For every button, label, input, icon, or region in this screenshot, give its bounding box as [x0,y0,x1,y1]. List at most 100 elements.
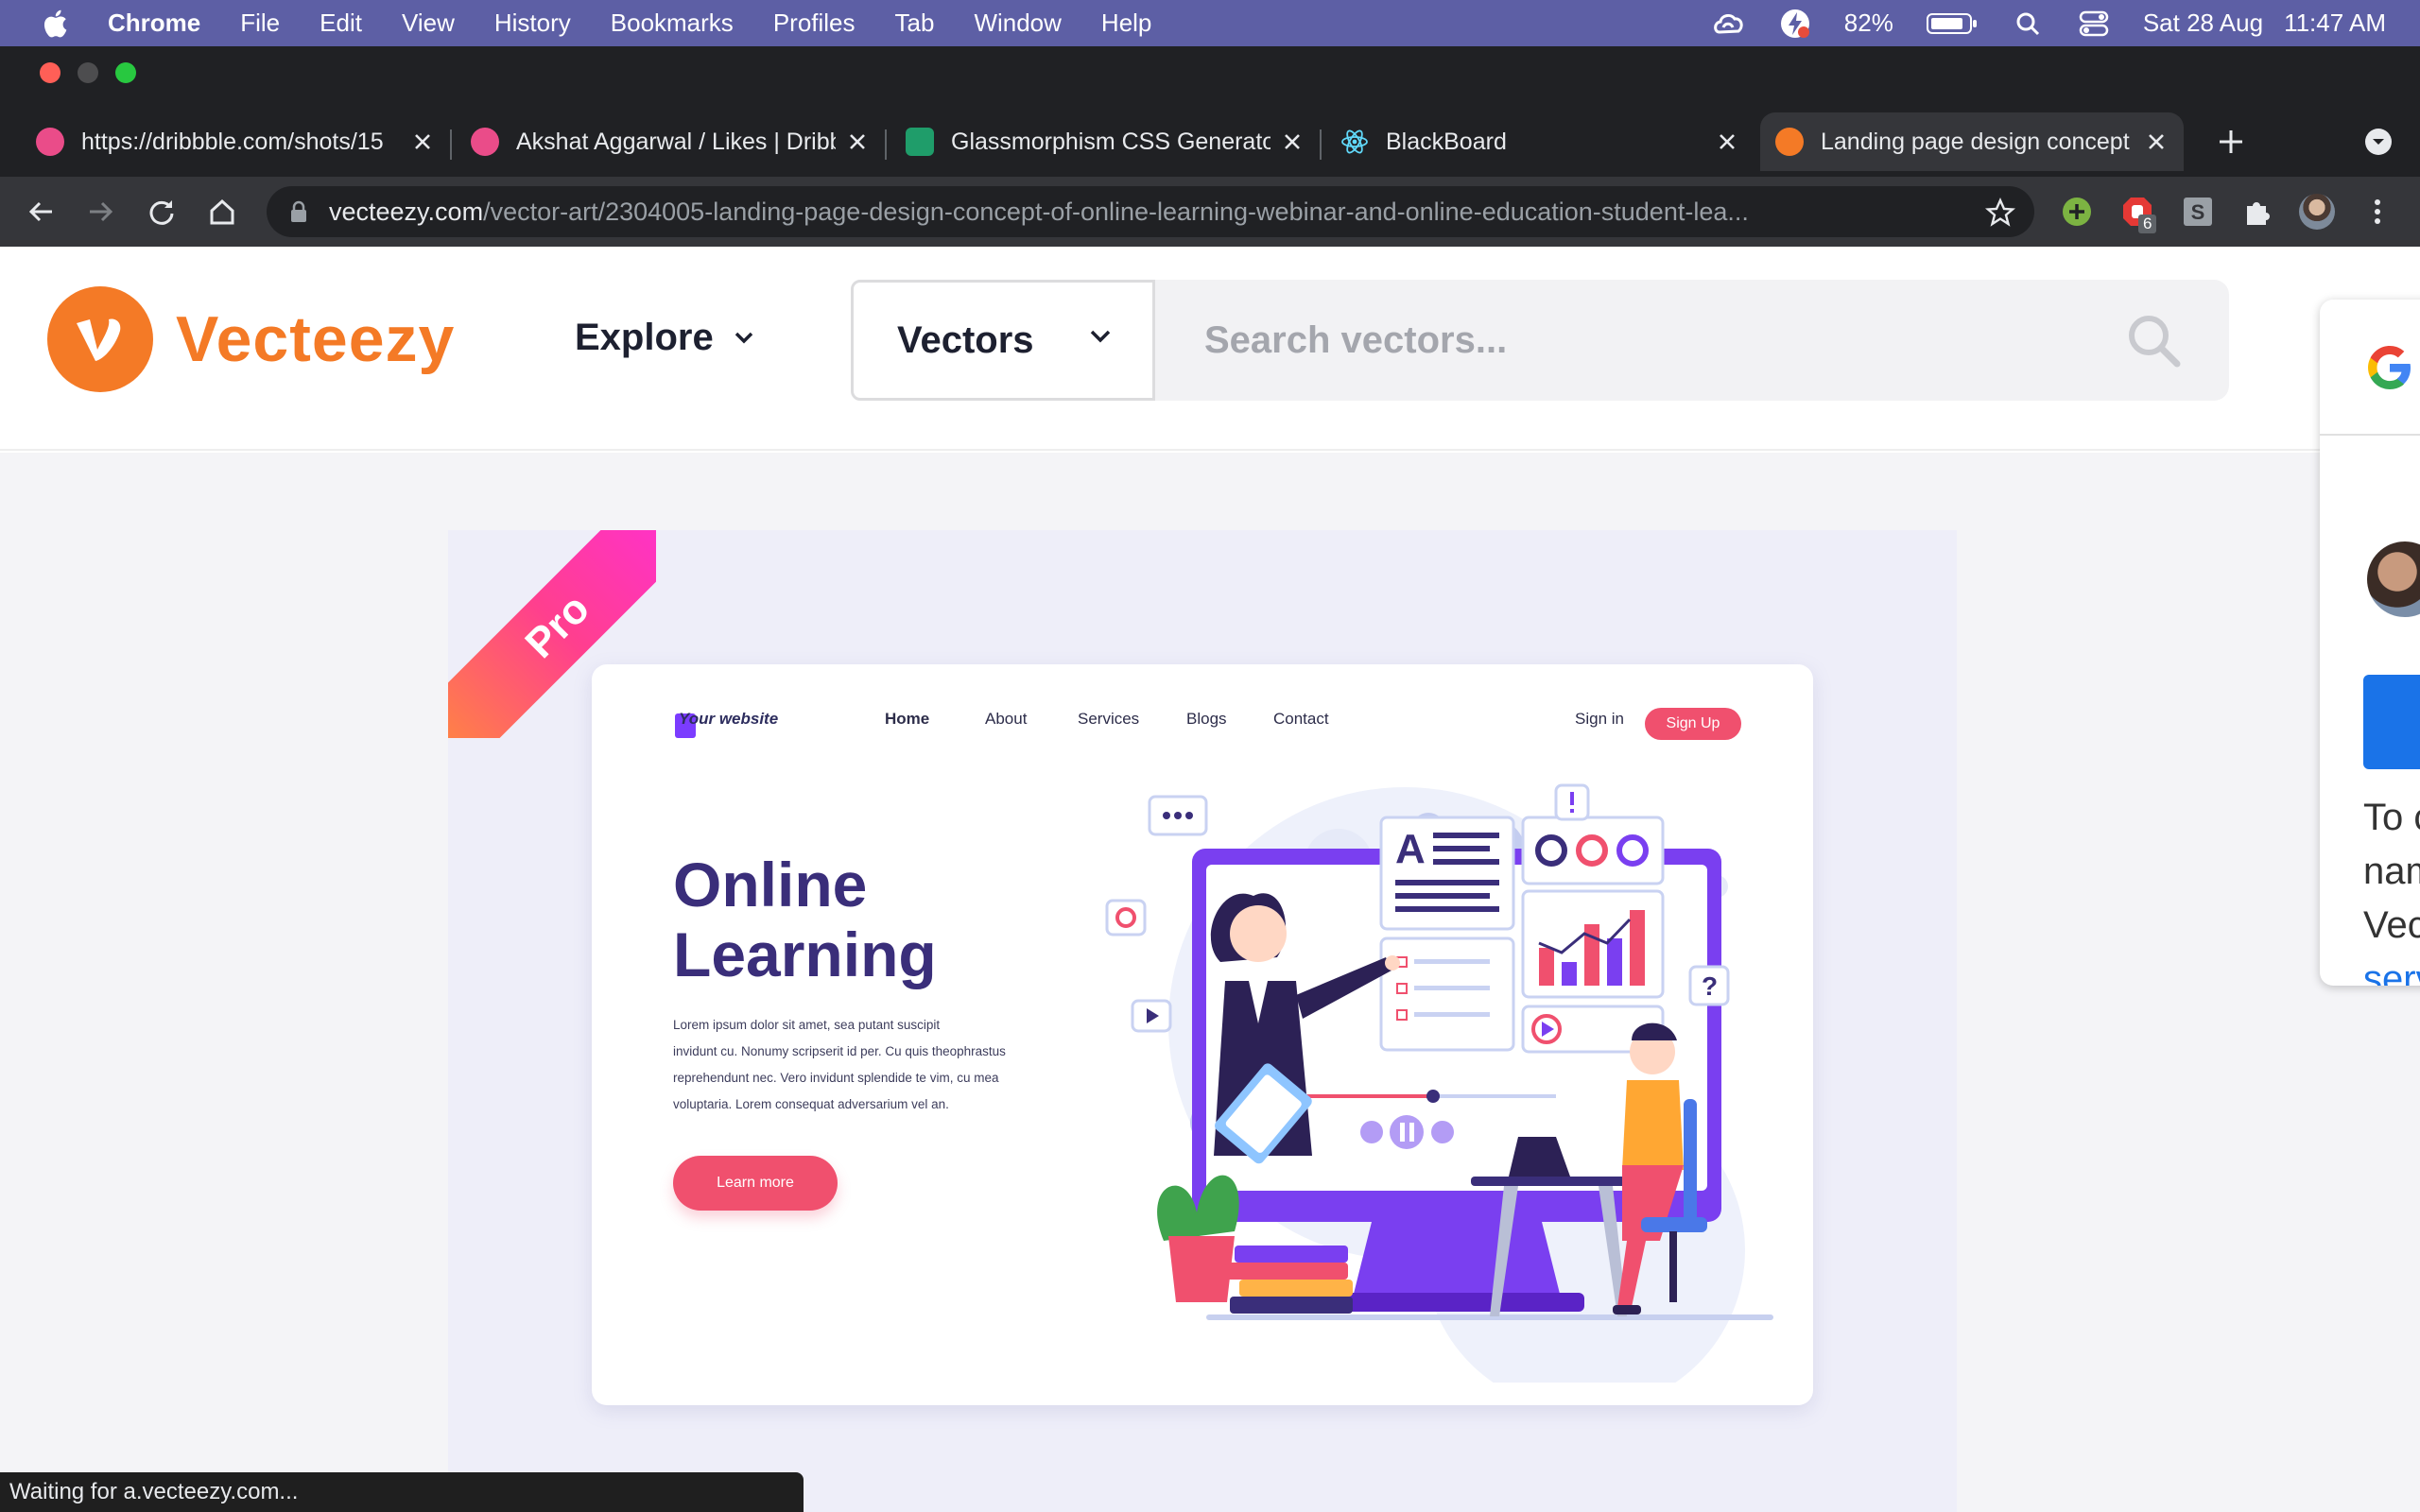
menu-history[interactable]: History [494,9,571,38]
menu-window[interactable]: Window [974,9,1061,38]
battery-icon[interactable] [1926,7,1979,41]
close-icon[interactable] [1278,128,1306,156]
avatar [2299,194,2335,230]
glassmorphism-icon [906,128,934,156]
menubar-date[interactable]: Sat 28 Aug [2143,9,2263,38]
body-line: invidunt cu. Nonumy scripserit id per. C… [673,1044,1006,1058]
preview-nav-services: Services [1078,710,1140,728]
reload-icon [149,200,174,225]
explore-menu[interactable]: Explore [575,317,753,359]
search-type-select[interactable]: Vectors [851,280,1155,401]
svg-text:S: S [2191,200,2205,224]
preview-sign-up: Sign Up [1645,708,1741,740]
url-path: /vector-art/2304005-landing-page-design-… [483,197,1749,226]
tab-title: BlackBoard [1386,128,1507,155]
new-tab-button[interactable] [2212,112,2250,171]
tab-dribbble-shot[interactable]: https://dribbble.com/shots/15 [36,112,437,171]
body-line: voluptaria. Lorem consequat adversarium … [673,1097,949,1111]
svg-text:?: ? [1702,971,1718,1001]
svg-text:A: A [1395,826,1426,872]
web-page: Vecteezy Explore Vectors Search vectors.… [0,247,2420,1512]
address-bar[interactable]: vecteezy.com/vector-art/2304005-landing-… [267,186,2034,237]
creative-cloud-icon[interactable] [1712,7,1746,41]
close-icon[interactable] [2142,128,2170,156]
close-icon[interactable] [408,128,437,156]
continue-as-button[interactable] [2363,675,2420,769]
power-flash-icon[interactable] [1778,7,1812,41]
preview-brand: Your website [679,710,779,728]
plus-icon [2220,130,2242,153]
tab-title: https://dribbble.com/shots/15 [81,128,384,155]
tab-separator [885,129,887,160]
menu-profiles[interactable]: Profiles [773,9,856,38]
tab-separator [450,129,452,160]
page-body: Your website Home About Services Blogs C… [0,453,2420,1512]
vecteezy-mark-icon [47,286,153,392]
chevron-down-icon [735,332,752,343]
tab-search-button[interactable] [2361,112,2395,171]
vecteezy-logo[interactable]: Vecteezy [47,286,455,392]
search-icon[interactable] [2125,312,2182,369]
forward-button[interactable] [83,194,119,230]
menubar-time[interactable]: 11:47 AM [2284,9,2386,38]
dribbble-icon [36,128,64,156]
explore-label: Explore [575,317,714,358]
chevron-down-icon [1090,330,1111,343]
menu-app-name[interactable]: Chrome [108,9,200,38]
lock-icon[interactable] [289,200,308,223]
puzzle-icon [2247,202,2270,225]
arrow-left-icon [28,201,52,222]
menu-help[interactable]: Help [1101,9,1151,38]
menu-file[interactable]: File [240,9,280,38]
google-logo-icon [2368,346,2411,389]
tab-separator [1320,129,1322,160]
control-center-icon[interactable] [2077,7,2111,41]
google-account-avatar[interactable] [2367,541,2420,617]
dribbble-icon [471,128,499,156]
extension-add-button[interactable] [2059,194,2095,230]
extensions-button[interactable] [2238,194,2274,230]
zoom-window-button[interactable] [115,62,136,83]
window-title-bar [0,46,2420,99]
site-header: Vecteezy Explore Vectors Search vectors.… [0,247,2420,451]
minimize-window-button[interactable] [78,62,98,83]
headline-line-2: Learning [673,919,937,989]
extension-badge: 6 [2138,215,2157,233]
s-extension-button[interactable]: S [2180,194,2216,230]
tab-strip: https://dribbble.com/shots/15 Akshat Agg… [0,99,2420,177]
bookmark-star-icon[interactable] [1985,198,2015,228]
terms-link[interactable]: serv [2363,953,2420,986]
tab-blackboard[interactable]: BlackBoard [1340,112,1741,171]
url-text[interactable]: vecteezy.com/vector-art/2304005-landing-… [329,198,1936,227]
preview-image-frame[interactable]: Your website Home About Services Blogs C… [448,530,1957,1512]
preview-nav-contact: Contact [1273,710,1329,728]
apple-logo-icon[interactable] [40,7,74,41]
close-window-button[interactable] [40,62,60,83]
tab-glassmorphism[interactable]: Glassmorphism CSS Generator [906,112,1306,171]
vecteezy-icon [1775,128,1804,156]
tab-dribbble-likes[interactable]: Akshat Aggarwal / Likes | Dribbble [471,112,872,171]
tab-title: Akshat Aggarwal / Likes | Dribbble [516,128,836,155]
back-button[interactable] [23,194,59,230]
preview-nav-home: Home [885,710,930,728]
menu-tab[interactable]: Tab [895,9,935,38]
profile-button[interactable] [2299,194,2335,230]
home-button[interactable] [204,194,240,230]
menu-bookmarks[interactable]: Bookmarks [611,9,734,38]
preview-nav-blogs: Blogs [1186,710,1227,728]
logo-text: Vecteezy [176,303,456,375]
preview-nav-about: About [985,710,1028,728]
menu-view[interactable]: View [402,9,455,38]
search-input[interactable]: Search vectors... [1155,280,2229,401]
tab-vecteezy-active[interactable]: Landing page design concept [1760,112,2184,171]
reload-button[interactable] [144,194,180,230]
adblock-extension-button[interactable]: 6 [2119,194,2157,233]
home-icon [210,198,234,225]
close-icon[interactable] [1713,128,1741,156]
spotlight-search-icon[interactable] [2011,7,2045,41]
menu-edit[interactable]: Edit [320,9,362,38]
macos-menu-bar: Chrome File Edit View History Bookmarks … [0,0,2420,46]
close-icon[interactable] [843,128,872,156]
preview-headline: Online Learning [673,850,937,989]
chrome-menu-button[interactable] [2360,194,2395,230]
